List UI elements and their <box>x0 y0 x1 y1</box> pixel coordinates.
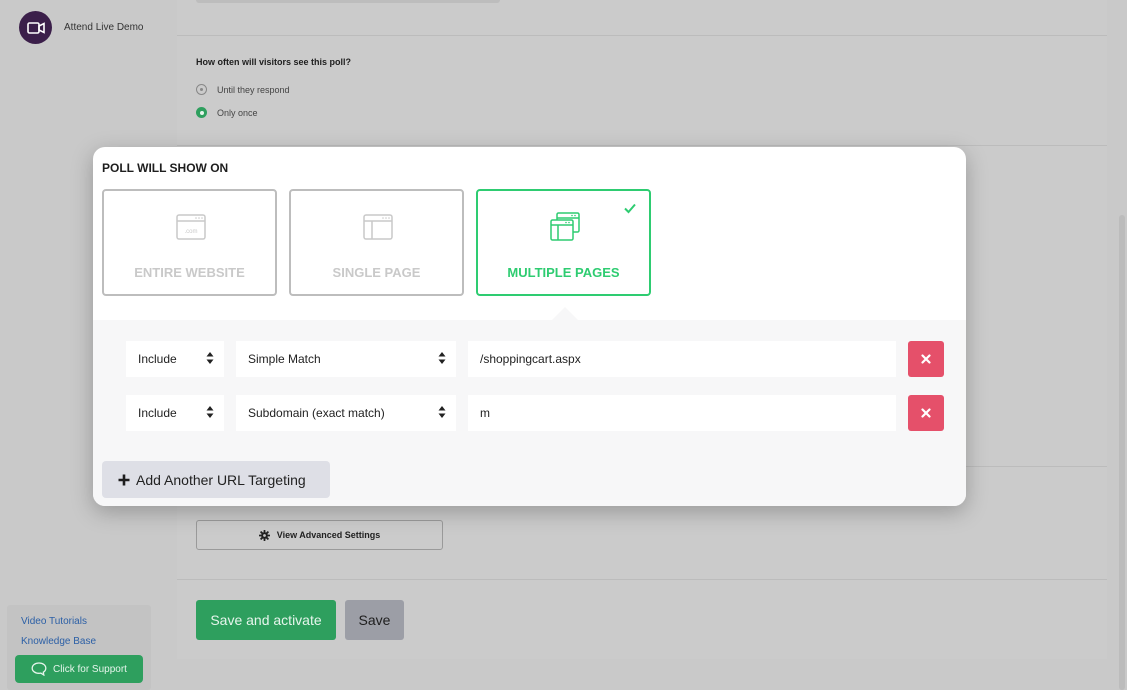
support-label: Click for Support <box>53 663 127 675</box>
sort-arrows-icon <box>206 352 214 364</box>
section-divider <box>177 579 1107 580</box>
view-advanced-settings-label: View Advanced Settings <box>276 530 381 540</box>
attend-live-demo-link[interactable]: Attend Live Demo <box>19 11 144 44</box>
single-page-icon <box>363 214 393 240</box>
attend-live-demo-label: Attend Live Demo <box>64 22 144 33</box>
modal-title: POLL WILL SHOW ON <box>102 161 229 175</box>
rule-value-input[interactable]: m <box>468 395 896 431</box>
delete-rule-button[interactable] <box>908 341 944 377</box>
scrollbar[interactable] <box>1119 215 1125 690</box>
radio-label: Until they respond <box>217 84 290 95</box>
rule-match-select[interactable]: Simple Match <box>236 341 456 377</box>
plus-icon <box>118 474 130 485</box>
video-tutorials-link[interactable]: Video Tutorials <box>21 616 87 627</box>
radio-selected-icon[interactable] <box>196 107 207 118</box>
radio-only-once[interactable]: Only once <box>196 107 258 118</box>
top-field <box>196 0 500 3</box>
option-label: SINGLE PAGE <box>332 265 421 280</box>
sort-arrows-icon <box>438 406 446 418</box>
rule-match-value: Simple Match <box>248 352 321 366</box>
section-divider <box>177 145 1107 146</box>
save-and-activate-button[interactable]: Save and activate <box>196 600 336 640</box>
option-label: ENTIRE WEBSITE <box>134 265 245 280</box>
add-url-targeting-label: Add Another URL Targeting <box>136 471 306 488</box>
gear-icon <box>258 529 270 541</box>
radio-label: Only once <box>217 107 258 118</box>
website-icon: .com <box>176 214 206 240</box>
close-icon <box>921 408 931 418</box>
rule-mode-value: Include <box>138 352 177 366</box>
website-icon-text: .com <box>184 229 197 235</box>
view-advanced-settings-button[interactable]: View Advanced Settings <box>196 520 443 550</box>
sort-arrows-icon <box>438 352 446 364</box>
rule-mode-select[interactable]: Include <box>126 395 224 431</box>
option-single-page[interactable]: SINGLE PAGE <box>289 189 464 296</box>
chat-bubble-icon <box>31 662 47 676</box>
radio-until-respond[interactable]: Until they respond <box>196 84 290 95</box>
section-divider <box>177 35 1107 36</box>
frequency-question: How often will visitors see this poll? <box>196 57 352 67</box>
sort-arrows-icon <box>206 406 214 418</box>
multiple-pages-icon <box>550 212 580 241</box>
help-box: Video Tutorials Knowledge Base Click for… <box>7 605 151 690</box>
poll-targeting-modal: POLL WILL SHOW ON .com ENTIRE WEBSITE SI… <box>93 147 966 506</box>
selection-pointer <box>552 307 578 320</box>
rule-match-select[interactable]: Subdomain (exact match) <box>236 395 456 431</box>
checkmark-icon <box>624 203 636 214</box>
save-button[interactable]: Save <box>345 600 404 640</box>
rule-match-value: Subdomain (exact match) <box>248 406 385 420</box>
rule-mode-select[interactable]: Include <box>126 341 224 377</box>
option-label: MULTIPLE PAGES <box>507 265 620 280</box>
option-multiple-pages[interactable]: MULTIPLE PAGES <box>476 189 651 296</box>
delete-rule-button[interactable] <box>908 395 944 431</box>
option-entire-website[interactable]: .com ENTIRE WEBSITE <box>102 189 277 296</box>
support-button[interactable]: Click for Support <box>15 655 143 683</box>
add-url-targeting-button[interactable]: Add Another URL Targeting <box>102 461 330 498</box>
rule-value-input[interactable]: /shoppingcart.aspx <box>468 341 896 377</box>
video-camera-icon <box>19 11 52 44</box>
rule-mode-value: Include <box>138 406 177 420</box>
radio-unselected-icon[interactable] <box>196 84 207 95</box>
close-icon <box>921 354 931 364</box>
knowledge-base-link[interactable]: Knowledge Base <box>21 636 96 647</box>
